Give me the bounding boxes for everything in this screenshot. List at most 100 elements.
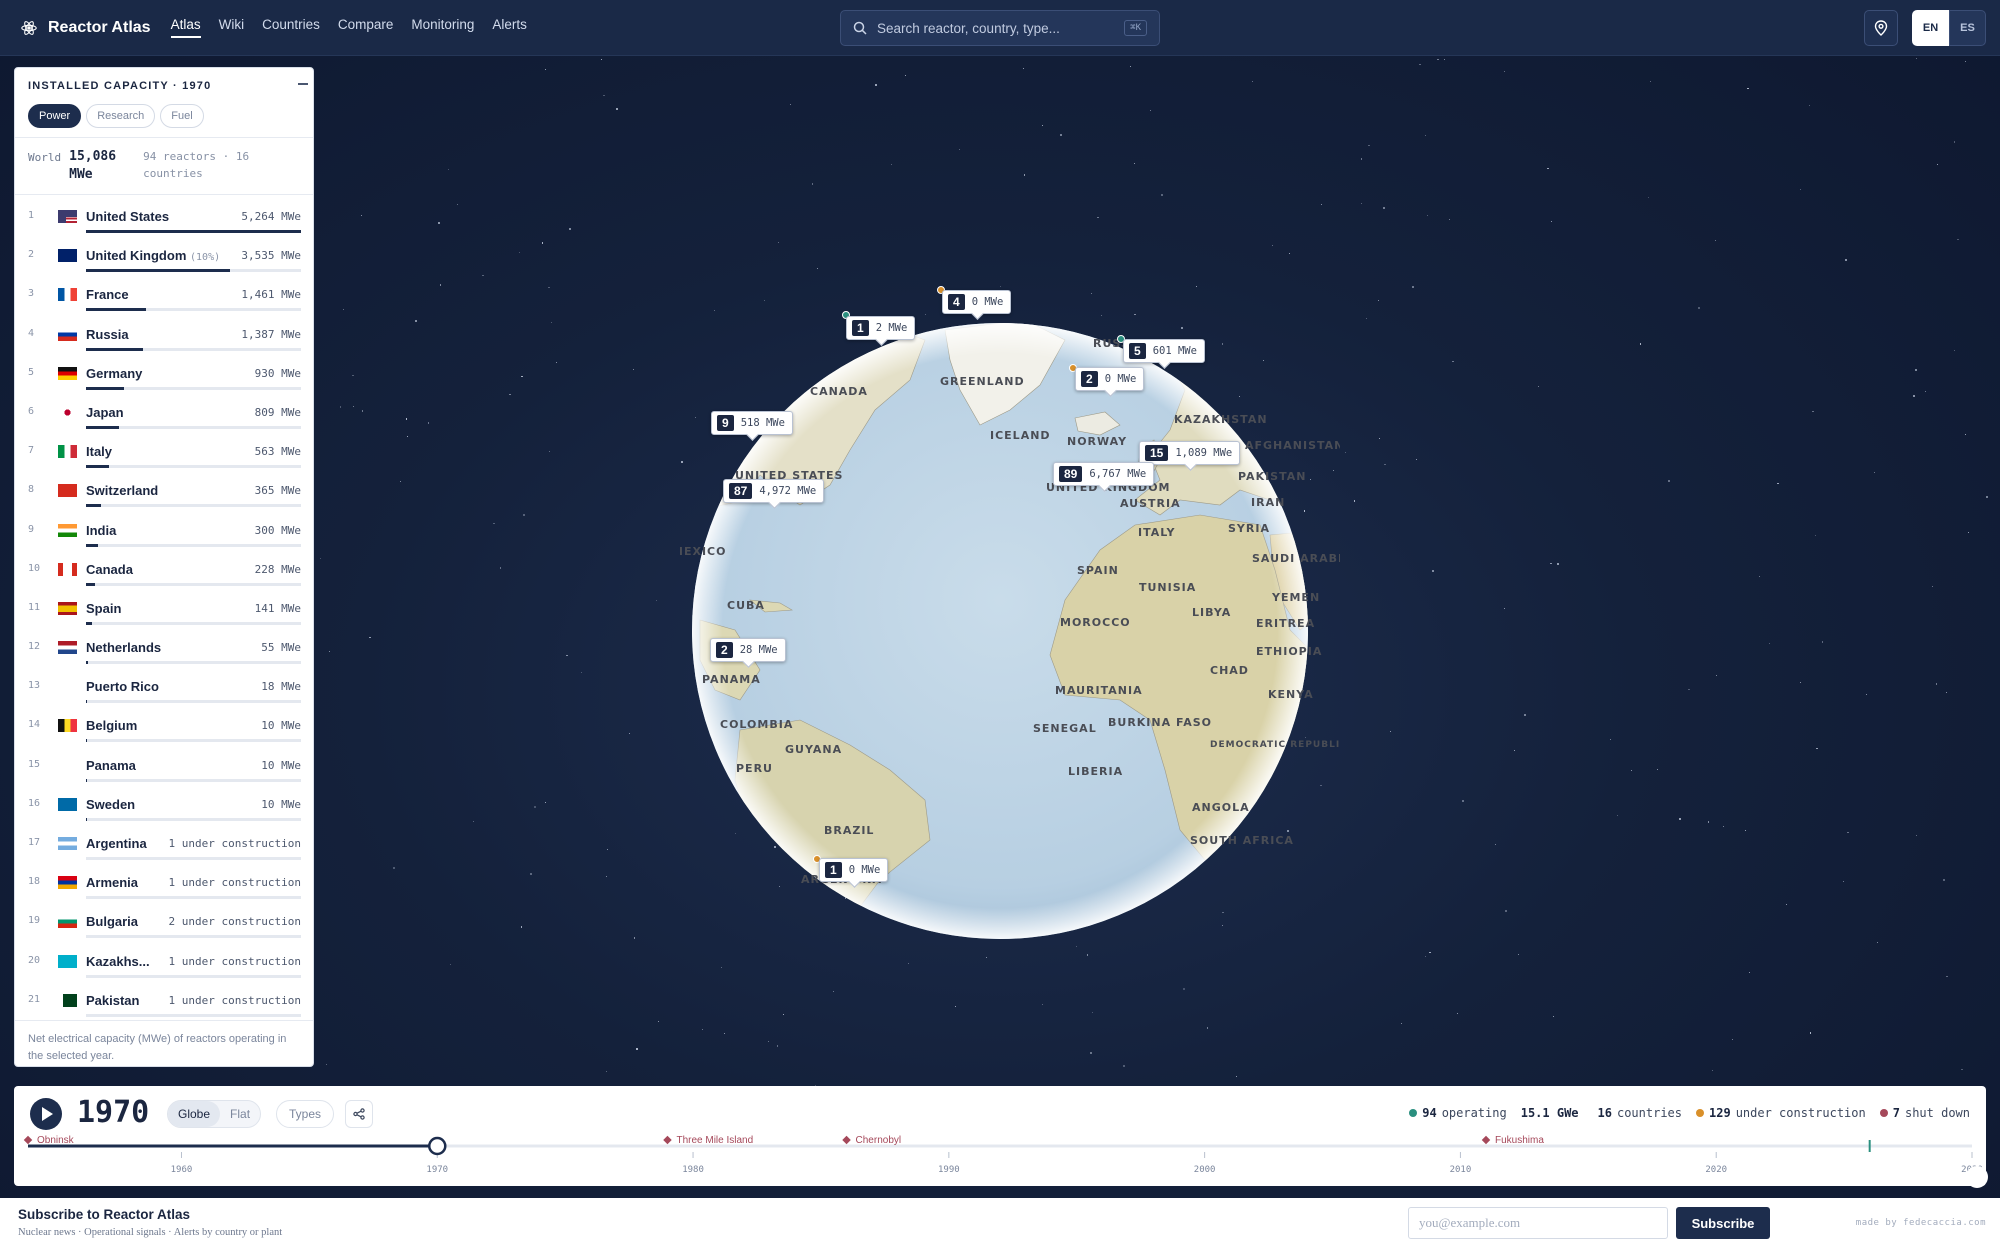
star bbox=[628, 733, 631, 735]
capacity-track bbox=[86, 347, 301, 351]
country-row[interactable]: 6 Japan 809 MWe bbox=[15, 395, 313, 434]
country-row[interactable]: 1 United States 5,264 MWe bbox=[15, 199, 313, 238]
star bbox=[1816, 748, 1818, 750]
share-button[interactable] bbox=[345, 1100, 373, 1128]
row-rank: 2 bbox=[28, 249, 35, 261]
slider-handle[interactable] bbox=[428, 1136, 447, 1156]
email-field[interactable] bbox=[1408, 1207, 1668, 1239]
search-input[interactable] bbox=[877, 20, 1117, 36]
map-label-kazakhstan: KAZAKHSTAN bbox=[1174, 413, 1268, 426]
cluster-marker[interactable]: 15 1,089 MWe bbox=[1139, 441, 1241, 465]
country-row[interactable]: 20 Kazakhs... 1 under construction bbox=[15, 944, 313, 983]
star bbox=[555, 361, 557, 364]
map-label-austria: AUSTRIA bbox=[1120, 497, 1181, 510]
country-row[interactable]: 12 Netherlands 55 MWe bbox=[15, 630, 313, 669]
country-row[interactable]: 13 Puerto Rico 18 MWe bbox=[15, 669, 313, 708]
star bbox=[1041, 1004, 1043, 1006]
search-box[interactable]: ⌘K bbox=[840, 10, 1160, 46]
flag-icon bbox=[58, 523, 77, 537]
row-rank: 17 bbox=[28, 837, 41, 848]
cluster-marker[interactable]: 1 0 MWe bbox=[819, 858, 889, 882]
nav-alerts[interactable]: Alerts bbox=[492, 17, 527, 38]
locate-button[interactable] bbox=[1864, 10, 1898, 46]
country-row[interactable]: 5 Germany 930 MWe bbox=[15, 356, 313, 395]
country-row[interactable]: 9 India 300 MWe bbox=[15, 513, 313, 552]
cluster-marker[interactable]: 1 2 MWe bbox=[846, 316, 916, 340]
country-name: United Kingdom (10%) bbox=[86, 248, 221, 264]
star bbox=[1524, 714, 1526, 716]
brand[interactable]: Reactor Atlas bbox=[20, 19, 151, 37]
globe[interactable]: GREENLAND ICELAND NORWAY CANADA RUSSIA K… bbox=[680, 300, 1340, 960]
star bbox=[1809, 1032, 1812, 1034]
row-rank: 18 bbox=[28, 876, 41, 888]
country-row[interactable]: 7 Italy 563 MWe bbox=[15, 434, 313, 473]
country-row[interactable]: 18 Armenia 1 under construction bbox=[15, 865, 313, 904]
lang-en-button[interactable]: EN bbox=[1912, 10, 1949, 46]
cluster-marker[interactable]: 9 518 MWe bbox=[711, 411, 793, 435]
country-row[interactable]: 21 Pakistan 1 under construction bbox=[15, 983, 313, 1022]
country-row[interactable]: 15 Panama 10 MWe bbox=[15, 748, 313, 787]
types-button[interactable]: Types bbox=[276, 1100, 335, 1128]
filter-fuel[interactable]: Fuel bbox=[160, 104, 204, 128]
star bbox=[320, 557, 322, 559]
cluster-marker[interactable]: 87 4,972 MWe bbox=[723, 479, 825, 503]
map-label-italy: ITALY bbox=[1138, 526, 1176, 539]
country-row[interactable]: 14 Belgium 10 MWe bbox=[15, 708, 313, 747]
country-name: France bbox=[86, 287, 129, 303]
nav-wiki[interactable]: Wiki bbox=[219, 17, 245, 38]
year-slider[interactable]: 19601970198019902000201020202030ObninskT… bbox=[14, 1126, 1986, 1186]
cluster-marker[interactable]: 2 0 MWe bbox=[1075, 367, 1145, 391]
cluster-marker[interactable]: 2 28 MWe bbox=[710, 638, 786, 662]
countries-count: 16 bbox=[1597, 1106, 1612, 1120]
filter-power[interactable]: Power bbox=[28, 104, 82, 128]
star bbox=[1723, 825, 1725, 827]
star bbox=[520, 926, 522, 928]
capacity-track bbox=[86, 621, 301, 625]
star bbox=[352, 406, 355, 408]
lang-es-button[interactable]: ES bbox=[1949, 10, 1986, 46]
star bbox=[1873, 471, 1875, 473]
country-row[interactable]: 16 Sweden 10 MWe bbox=[15, 787, 313, 826]
country-capacity: 300 MWe bbox=[254, 523, 301, 537]
country-row[interactable]: 11 Spain 141 MWe bbox=[15, 591, 313, 630]
filter-research[interactable]: Research bbox=[86, 104, 156, 128]
map-label-senegal: SENEGAL bbox=[1033, 722, 1097, 735]
star bbox=[493, 523, 495, 525]
country-row[interactable]: 2 United Kingdom (10%) 3,535 MWe bbox=[15, 238, 313, 277]
star bbox=[400, 480, 402, 482]
star bbox=[1630, 769, 1632, 772]
capacity-track bbox=[86, 425, 301, 429]
capacity-track bbox=[86, 269, 301, 273]
nav-countries[interactable]: Countries bbox=[262, 17, 320, 38]
share-icon bbox=[353, 1108, 365, 1120]
collapse-panel-icon[interactable] bbox=[297, 77, 309, 89]
subscribe-button[interactable]: Subscribe bbox=[1676, 1207, 1770, 1239]
star bbox=[1024, 174, 1026, 176]
nav-monitoring[interactable]: Monitoring bbox=[411, 17, 474, 38]
star bbox=[1961, 1069, 1963, 1071]
cluster-marker[interactable]: 4 0 MWe bbox=[942, 290, 1012, 314]
cluster-marker[interactable]: 5 601 MWe bbox=[1123, 339, 1205, 363]
capacity-bar bbox=[86, 347, 143, 351]
credit-link[interactable]: made by fedecaccia.com bbox=[1856, 1218, 1986, 1228]
year-tick-label: 1970 bbox=[426, 1165, 448, 1175]
cluster-marker[interactable]: 89 6,767 MWe bbox=[1053, 462, 1155, 486]
country-name: Russia bbox=[86, 326, 129, 342]
country-row[interactable]: 10 Canada 228 MWe bbox=[15, 552, 313, 591]
view-globe-button[interactable]: Globe bbox=[168, 1101, 221, 1127]
country-name: Puerto Rico bbox=[86, 679, 159, 695]
country-row[interactable]: 17 Argentina 1 under construction bbox=[15, 826, 313, 865]
view-flat-button[interactable]: Flat bbox=[220, 1101, 260, 1127]
stat-construction: 129 under construction bbox=[1696, 1106, 1866, 1120]
country-row[interactable]: 8 Switzerland 365 MWe bbox=[15, 473, 313, 512]
star bbox=[1968, 531, 1970, 534]
nav-atlas[interactable]: Atlas bbox=[170, 17, 201, 38]
nav-compare[interactable]: Compare bbox=[338, 17, 394, 38]
country-row[interactable]: 4 Russia 1,387 MWe bbox=[15, 317, 313, 356]
star bbox=[1557, 562, 1560, 565]
star bbox=[1785, 904, 1787, 906]
help-bubble[interactable] bbox=[1966, 1166, 1988, 1188]
flag-icon bbox=[58, 405, 77, 419]
country-row[interactable]: 3 France 1,461 MWe bbox=[15, 277, 313, 316]
country-row[interactable]: 19 Bulgaria 2 under construction bbox=[15, 904, 313, 943]
